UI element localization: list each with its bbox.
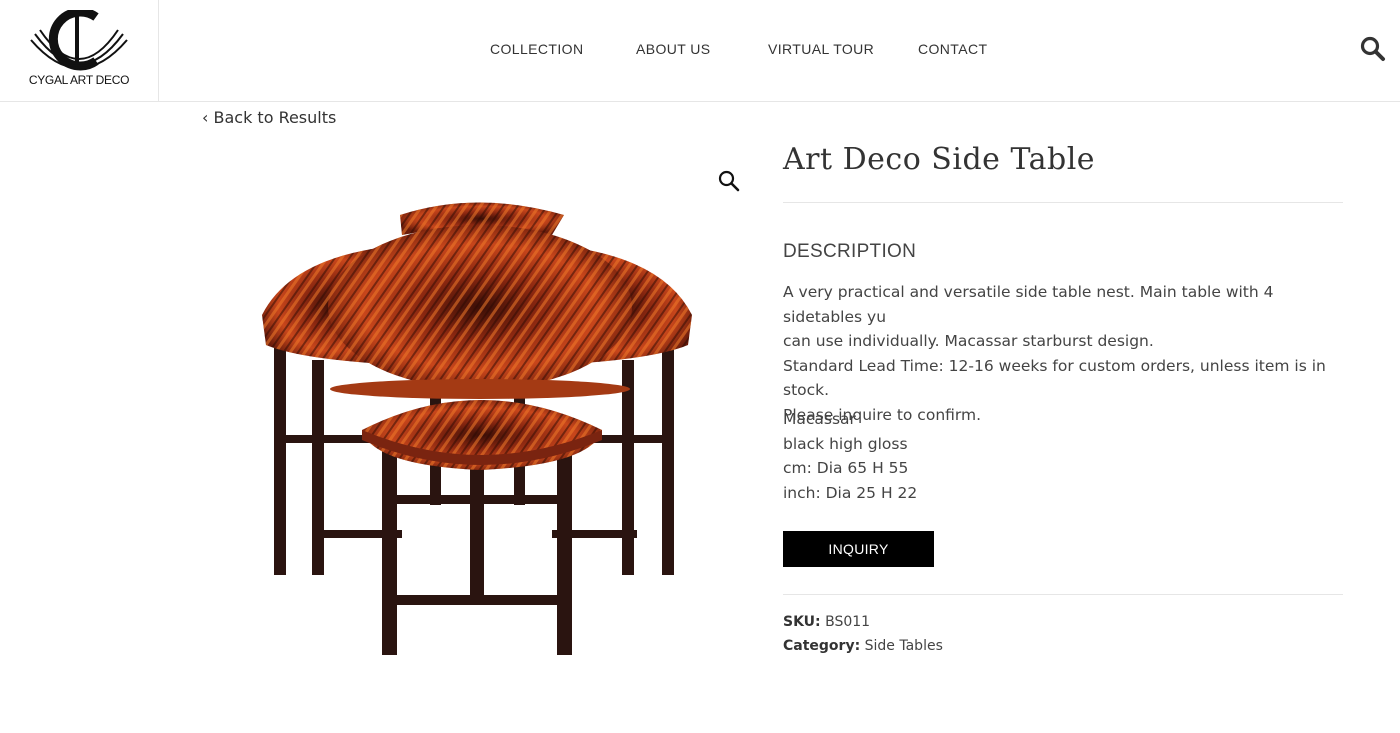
meta-divider xyxy=(783,594,1343,595)
nav-about-us[interactable]: ABOUT US xyxy=(636,41,711,57)
category-link[interactable]: Side Tables xyxy=(865,638,943,654)
description-text: A very practical and versatile side tabl… xyxy=(783,280,1353,427)
product-specs: Macassar black high gloss cm: Dia 65 H 5… xyxy=(783,407,1353,505)
logo-emblem-icon xyxy=(30,10,128,71)
site-header: CYGAL ART DECO COLLECTION ABOUT US VIRTU… xyxy=(0,0,1400,102)
description-line: A very practical and versatile side tabl… xyxy=(783,283,1274,326)
search-icon xyxy=(1360,36,1385,61)
spec-finish: black high gloss xyxy=(783,434,908,453)
description-line: can use individually. Macassar starburst… xyxy=(783,332,1154,350)
back-to-results-link[interactable]: ‹ Back to Results xyxy=(202,108,336,127)
nav-contact[interactable]: CONTACT xyxy=(918,41,987,57)
image-zoom-button[interactable] xyxy=(718,170,740,192)
logo-text: CYGAL ART DECO xyxy=(28,73,130,87)
sku-label: SKU: xyxy=(783,614,821,630)
title-divider xyxy=(783,202,1343,203)
nav-virtual-tour[interactable]: VIRTUAL TOUR xyxy=(768,41,874,57)
description-line: Standard Lead Time: 12-16 weeks for cust… xyxy=(783,356,1326,400)
category-label: Category: xyxy=(783,638,861,654)
zoom-magnifier-icon xyxy=(718,170,740,192)
spec-material: Macassar xyxy=(783,410,856,428)
category-row: Category: Side Tables xyxy=(783,638,943,654)
logo[interactable]: CYGAL ART DECO xyxy=(0,0,159,101)
spec-dimensions-inch: inch: Dia 25 H 22 xyxy=(783,483,918,502)
inquiry-button[interactable]: INQUIRY xyxy=(783,531,934,567)
product-image xyxy=(262,202,692,655)
product-title: Art Deco Side Table xyxy=(783,142,1096,177)
header-search-button[interactable] xyxy=(1360,36,1386,62)
nav-collection[interactable]: COLLECTION xyxy=(490,41,583,57)
sku-value: BS011 xyxy=(825,614,871,630)
spec-dimensions-cm: cm: Dia 65 H 55 xyxy=(783,459,909,477)
description-heading: DESCRIPTION xyxy=(783,241,917,262)
sku-row: SKU: BS011 xyxy=(783,614,870,630)
